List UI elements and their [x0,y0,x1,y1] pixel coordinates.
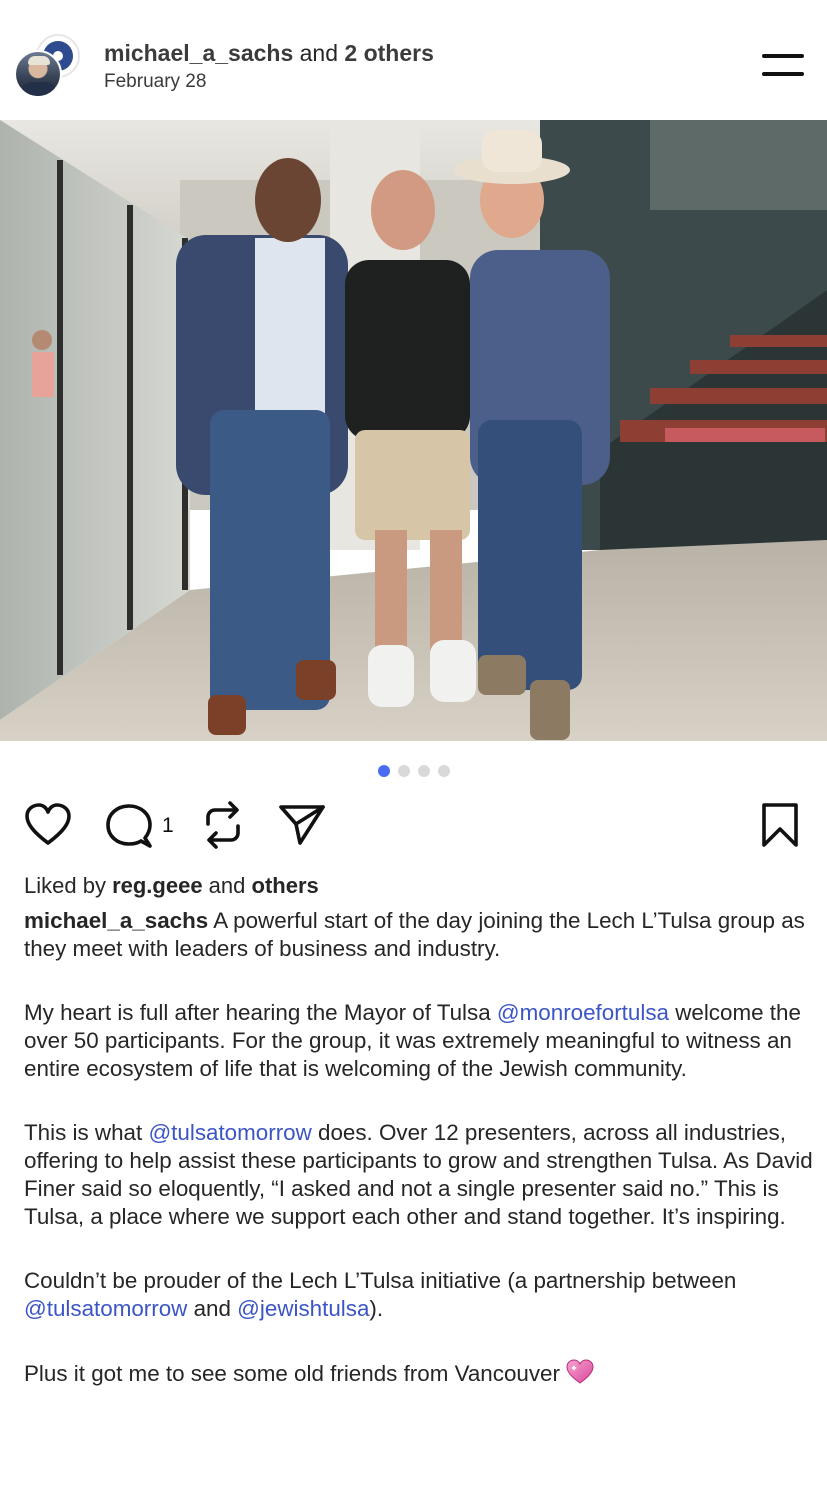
save-button[interactable] [760,801,800,854]
comment-count: 1 [162,814,174,837]
post-authors: michael_a_sachs and 2 others [104,40,434,67]
mention-link[interactable]: @jewishtulsa [237,1296,369,1321]
caption-text: Couldn’t be prouder of the Lech L’Tulsa … [24,1268,737,1293]
comment-icon [106,804,152,848]
caption-paragraph: My heart is full after hearing the Mayor… [24,999,814,1083]
comment-button[interactable] [105,803,153,854]
mention-link[interactable]: @tulsatomorrow [148,1120,311,1145]
other-authors-link[interactable]: 2 others [344,40,433,66]
user-avatar[interactable] [14,50,62,98]
caption-paragraph: michael_a_sachs A powerful start of the … [24,907,814,963]
carousel-indicator [378,765,450,777]
share-button[interactable] [278,803,326,852]
caption-username[interactable]: michael_a_sachs [24,908,208,933]
caption-paragraph: This is what @tulsatomorrow does. Over 1… [24,1119,814,1231]
caption-paragraph: Couldn’t be prouder of the Lech L’Tulsa … [24,1267,814,1323]
caption-text: Plus it got me to see some old friends f… [24,1361,560,1386]
bookmark-icon [762,803,798,847]
mention-link[interactable]: @monroefortulsa [497,1000,669,1025]
carousel-dot[interactable] [418,765,430,777]
likes-others-link[interactable]: others [252,873,319,898]
caption-text: and [187,1296,238,1321]
post-header: michael_a_sachs and 2 others February 28 [0,0,827,120]
post-date: February 28 [104,71,207,92]
heart-icon [25,803,71,845]
repost-icon [206,801,240,849]
post-photo[interactable] [0,120,827,741]
repost-button[interactable] [200,800,246,855]
menu-icon[interactable] [762,54,804,78]
caption-text: This is what [24,1120,149,1145]
mention-link[interactable]: @tulsatomorrow [24,1296,187,1321]
caption-text: My heart is full after hearing the Mayor… [24,1000,497,1025]
likes-middle: and [202,873,252,898]
likes-summary: Liked by reg.geee and others [24,873,319,899]
avatar-stack[interactable] [14,34,80,98]
author-username[interactable]: michael_a_sachs [104,40,293,66]
caption-text: ). [369,1296,384,1321]
authors-connector: and [293,40,345,66]
carousel-dot-active[interactable] [378,765,390,777]
send-icon [279,805,325,845]
post-image [0,120,827,741]
sparkling-heart-icon [566,1359,594,1392]
carousel-dot[interactable] [398,765,410,777]
carousel-dot[interactable] [438,765,450,777]
liker-username[interactable]: reg.geee [112,873,203,898]
post-caption: michael_a_sachs A powerful start of the … [24,907,814,1428]
likes-prefix: Liked by [24,873,113,898]
caption-paragraph: Plus it got me to see some old friends f… [24,1359,814,1392]
like-button[interactable] [24,803,72,852]
